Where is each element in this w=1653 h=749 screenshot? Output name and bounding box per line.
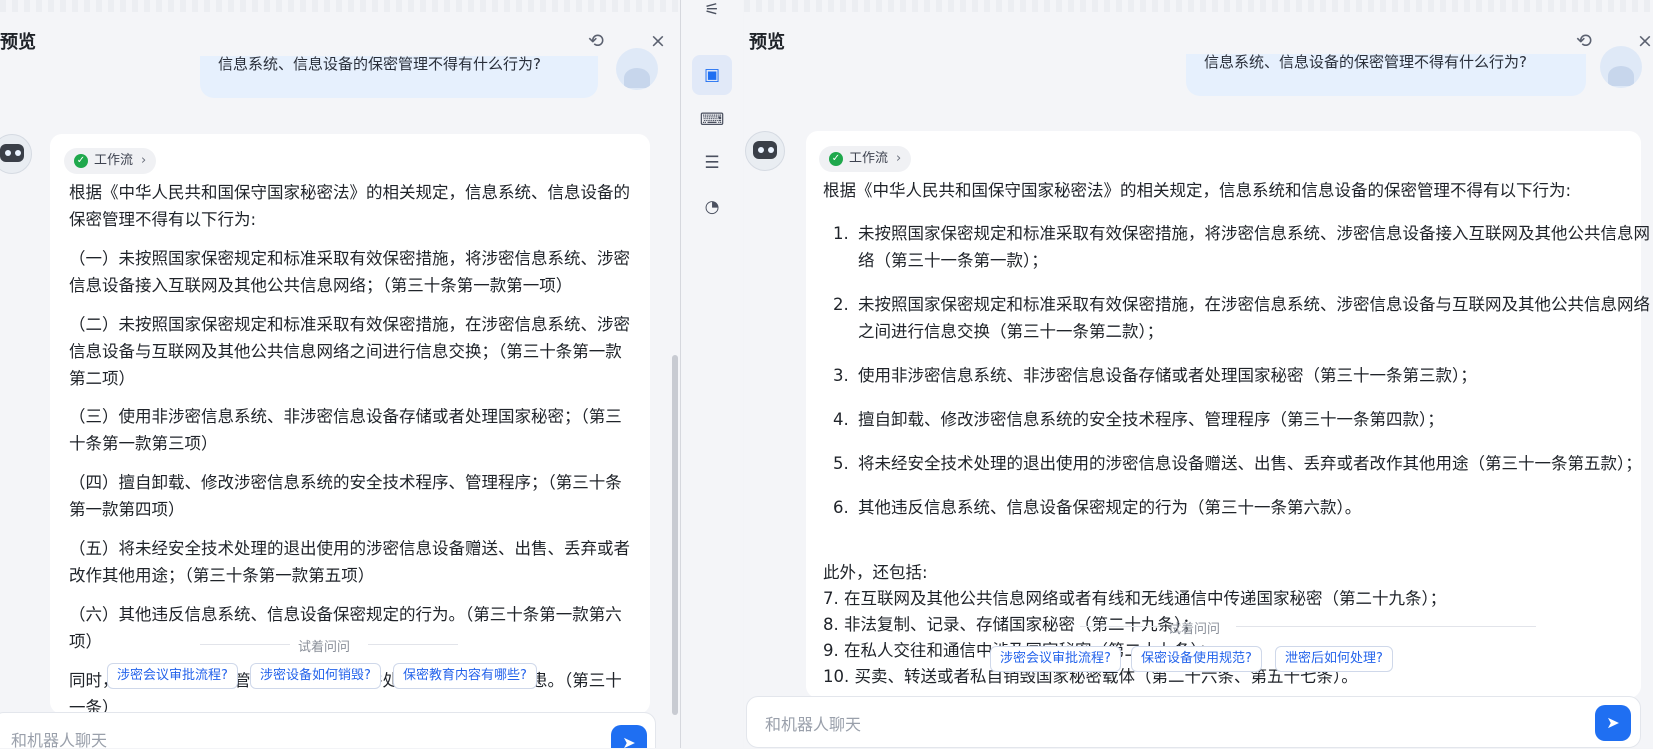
divider (1080, 626, 1160, 627)
bot-avatar (745, 131, 785, 171)
list-item: 未按照国家保密规定和标准采取有效保密措施，在涉密信息系统、涉密信息设备与互联网及… (854, 291, 1653, 345)
chat-input[interactable] (747, 699, 1577, 749)
chat-input-bar: ➤ (746, 696, 1641, 749)
list-item: 未按照国家保密规定和标准采取有效保密措施，将涉密信息系统、涉密信息设备接入互联网… (854, 220, 1653, 274)
chevron-right-icon: › (896, 151, 902, 166)
suggestion-chip[interactable]: 涉密会议审批流程? (107, 663, 238, 689)
answer-paragraph: （五）将未经安全技术处理的退出使用的涉密信息设备赠送、出售、丢弃或者改作其他用途… (69, 539, 630, 585)
answer-paragraph: （四）擅自卸载、修改涉密信息系统的安全技术程序、管理程序；（第三十条第一款第四项… (69, 473, 622, 519)
try-asking-label: 试着问问 (298, 640, 351, 655)
side-toolbar: ⚟ ▣ ⌨ ☰ ◔ (681, 0, 743, 748)
list-item: 使用非涉密信息系统、非涉密信息设备存储或者处理国家秘密（第三十一条第三款）； (854, 362, 1653, 389)
user-question-bubble: 信息系统、信息设备的保密管理不得有什么行为? (1186, 54, 1586, 96)
extra-item: 7. 在互联网及其他公共信息网络或者有线和无线通信中传递国家秘密（第二十九条）； (823, 589, 1447, 608)
send-button[interactable]: ➤ (611, 725, 647, 748)
answer-paragraph: （三）使用非涉密信息系统、非涉密信息设备存储或者处理国家秘密；（第三十条第一款第… (69, 407, 622, 453)
divider (200, 644, 290, 645)
close-icon[interactable]: × (1634, 30, 1653, 52)
gauge-icon[interactable]: ◔ (692, 187, 732, 227)
document-list-icon[interactable]: ☰ (692, 143, 732, 183)
workflow-label: 工作流 (849, 151, 889, 166)
panel-title: 预览 (0, 32, 36, 53)
answer-intro: 根据《中华人民共和国保守国家秘密法》的相关规定，信息系统和信息设备的保密管理不得… (823, 181, 1572, 200)
answer-list: 未按照国家保密规定和标准采取有效保密措施，将涉密信息系统、涉密信息设备接入互联网… (824, 220, 1653, 538)
check-icon: ✓ (74, 154, 88, 168)
preview-window-icon[interactable]: ▣ (692, 55, 732, 95)
user-question-text: 信息系统、信息设备的保密管理不得有什么行为? (218, 56, 541, 73)
workflow-tag[interactable]: ✓ 工作流 › (64, 148, 157, 174)
scrollbar[interactable] (672, 355, 678, 715)
check-icon: ✓ (829, 152, 843, 166)
user-avatar (1600, 46, 1642, 88)
chat-input[interactable] (0, 715, 593, 748)
divider (368, 644, 458, 645)
suggestion-chip[interactable]: 涉密设备如何销毁? (250, 663, 381, 689)
user-question-bubble: 信息系统、信息设备的保密管理不得有什么行为? (200, 56, 598, 98)
send-icon: ➤ (622, 733, 636, 748)
workflow-tag[interactable]: ✓ 工作流 › (819, 146, 912, 172)
suggestion-chip[interactable]: 涉密会议审批流程? (990, 646, 1121, 672)
chat-input-bar: ➤ (0, 712, 656, 748)
list-item: 其他违反信息系统、信息设备保密规定的行为（第三十一条第六款）。 (854, 494, 1653, 521)
close-icon[interactable]: × (647, 30, 669, 52)
top-strip (744, 0, 1653, 12)
refresh-icon[interactable]: ⟲ (585, 30, 607, 52)
extra-item: 8. 非法复制、记录、存储国家秘密（第二十九条）； (823, 615, 1199, 634)
top-strip (0, 0, 680, 12)
settings-sliders-icon[interactable]: ⚟ (692, 0, 732, 30)
suggestion-chip[interactable]: 泄密后如何处理? (1275, 646, 1393, 672)
suggestion-chip[interactable]: 保密教育内容有哪些? (393, 663, 537, 689)
list-item: 擅自卸载、修改涉密信息系统的安全技术程序、管理程序（第三十一条第四款）； (854, 406, 1653, 433)
user-question-text: 信息系统、信息设备的保密管理不得有什么行为? (1204, 54, 1527, 71)
chevron-right-icon: › (141, 153, 147, 168)
user-avatar (616, 48, 658, 90)
refresh-icon[interactable]: ⟲ (1573, 30, 1595, 52)
answer-paragraph: （二）未按照国家保密规定和标准采取有效保密措施，在涉密信息系统、涉密信息设备与互… (69, 315, 630, 388)
answer-paragraph: 根据《中华人民共和国保守国家秘密法》的相关规定，信息系统、信息设备的保密管理不得… (69, 183, 630, 229)
divider (1236, 626, 1536, 627)
terminal-icon[interactable]: ⌨ (692, 100, 732, 140)
send-button[interactable]: ➤ (1595, 705, 1631, 741)
try-asking-label: 试着问问 (1168, 622, 1221, 637)
also-label: 此外，还包括: (823, 563, 928, 582)
workflow-label: 工作流 (94, 153, 134, 168)
list-item: 将未经安全技术处理的退出使用的涉密信息设备赠送、出售、丢弃或者改作其他用途（第三… (854, 450, 1653, 477)
panel-title: 预览 (749, 32, 785, 53)
answer-paragraph: （六）其他违反信息系统、信息设备保密规定的行为。（第三十条第一款第六项） (69, 605, 622, 651)
left-preview-panel: 预览 ⟲ × 信息系统、信息设备的保密管理不得有什么行为? ✓ 工作流 › 根据《中… (0, 0, 681, 748)
suggestion-chip[interactable]: 保密设备使用规范? (1131, 646, 1262, 672)
answer-paragraph: （一）未按照国家保密规定和标准采取有效保密措施，将涉密信息系统、涉密信息设备接入… (69, 249, 630, 295)
send-icon: ➤ (1606, 713, 1620, 732)
bot-avatar (0, 134, 32, 174)
